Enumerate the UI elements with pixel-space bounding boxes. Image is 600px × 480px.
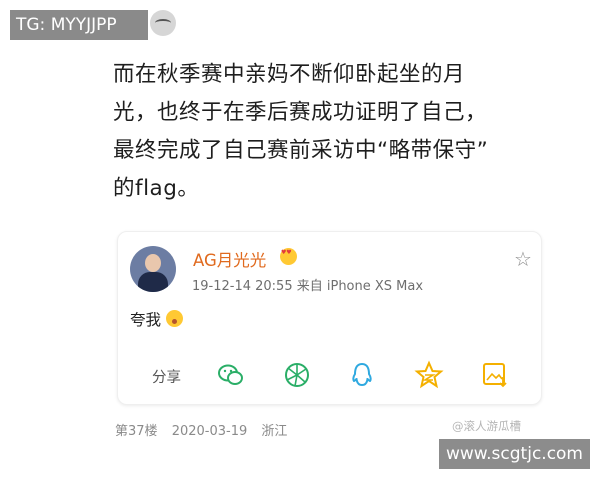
save-image-icon[interactable] [480,360,510,390]
post-meta: 19-12-14 20:55 来自 iPhone XS Max [192,279,424,294]
heart-eyes-emoji-icon [280,248,297,265]
post-line: 的flag。 [113,176,200,201]
share-label: 分享 [152,370,181,386]
avatar[interactable] [130,246,176,292]
post-date: 2020-03-19 [171,424,248,439]
qq-icon[interactable] [347,360,377,390]
moments-icon[interactable] [282,360,312,390]
wechat-icon[interactable] [216,360,246,390]
username[interactable]: AG月光光 [193,247,266,271]
share-bar: 分享 [118,360,541,390]
site-watermark: www.scgtjc.com [439,439,590,469]
post-line: 而在秋季赛中亲妈不断仰卧起坐的月 [113,62,466,87]
post-line: 最终完成了自己赛前采访中“略带保守” [113,138,489,163]
star-icon[interactable]: ☆ [514,249,532,269]
comment-footer: 第37楼 2020-03-19 浙江 [115,420,297,439]
location: 浙江 [261,424,288,439]
post-text: 而在秋季赛中亲妈不断仰卧起坐的月 光，也终于在季后赛成功证明了自己， 最终完成了… [113,56,553,208]
telegram-watermark: TG: MYYJJPP [10,10,148,40]
floor-number: 第37楼 [115,424,158,439]
quote-text: 夸我 [130,311,162,329]
corner-avatar [150,10,176,36]
surprised-emoji-icon [166,310,183,327]
quoted-weibo-card[interactable]: AG月光光 19-12-14 20:55 来自 iPhone XS Max ☆ … [117,231,542,405]
source-watermark: @滚人游瓜槽 [452,419,521,433]
qzone-icon[interactable] [414,360,444,390]
post-line: 光，也终于在季后赛成功证明了自己， [113,100,488,125]
